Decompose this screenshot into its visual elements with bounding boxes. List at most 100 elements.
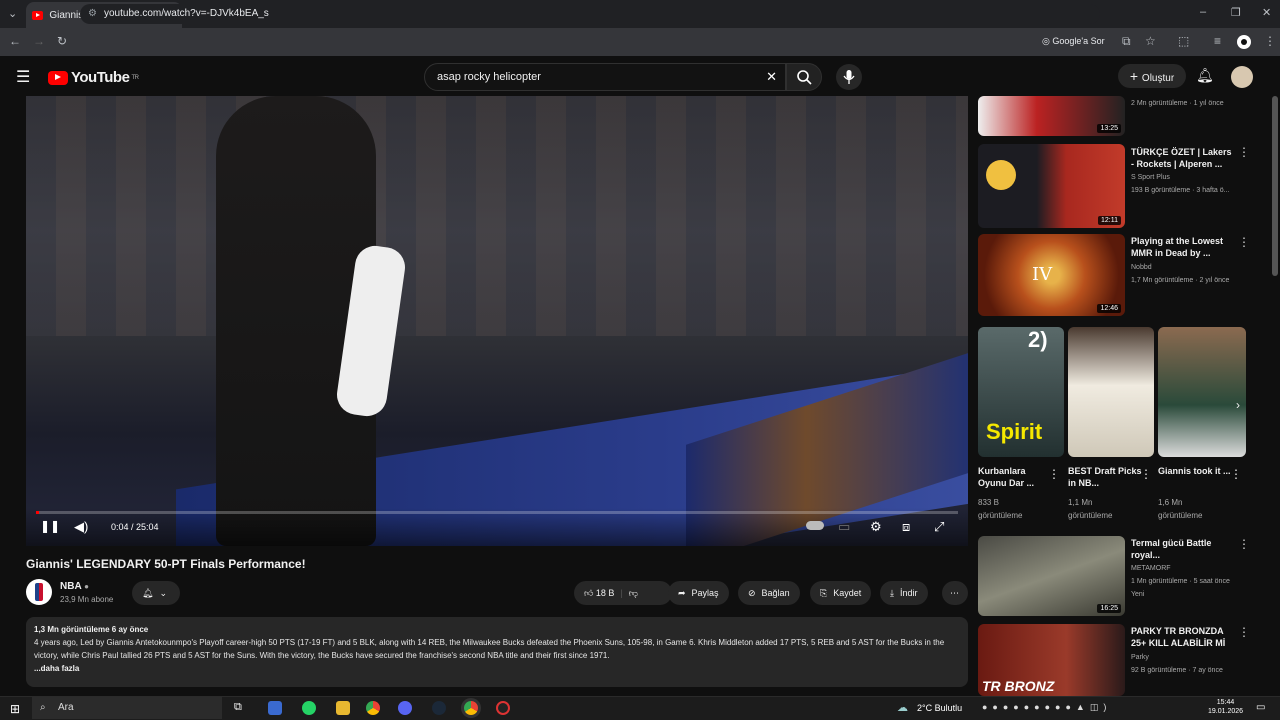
weather-text[interactable]: 2°C Bulutlu (917, 703, 962, 713)
subtitles-icon[interactable]: ▭ (838, 519, 850, 535)
show-more-link[interactable]: ...daha fazla (34, 662, 960, 675)
progress-bar[interactable] (36, 511, 958, 514)
short-title[interactable]: Giannis took it ... (1158, 465, 1232, 477)
autoplay-toggle[interactable] (806, 521, 824, 530)
notification-center-icon[interactable]: ▭ (1256, 702, 1265, 713)
related-meta: 1 Mn görüntüleme · 5 saat önce (1131, 578, 1230, 585)
short-title[interactable]: Kurbanlara Oyunu Dar ... (978, 465, 1052, 489)
thumbs-down-icon: 👎︎ (628, 588, 638, 598)
youtube-play-logo-icon (48, 70, 68, 85)
shorts-next-icon[interactable]: › (1236, 398, 1240, 412)
taskbar-search-input[interactable]: ⌕ Ara (32, 697, 222, 719)
short-title[interactable]: BEST Draft Picks in NB... (1068, 465, 1142, 489)
address-bar[interactable]: ⚙ youtube.com/watch?v=-DJVk4bEA_s (80, 4, 1100, 24)
google-ask-button[interactable]: ◎ Google'a Sor (1042, 36, 1105, 47)
browser-menu-icon[interactable]: ⋮ (1264, 34, 1276, 48)
volume-icon[interactable]: ◀) (74, 519, 88, 535)
description-box[interactable]: 1,3 Mn görüntüleme 6 ay önce 4 years ago… (26, 617, 968, 687)
dislike-button[interactable]: 👎︎ (629, 581, 638, 605)
channel-avatar[interactable] (26, 579, 52, 605)
related-channel[interactable]: S Sport Plus (1131, 172, 1239, 184)
tab-search-icon[interactable]: ⌄ (8, 7, 17, 20)
related-title[interactable]: Playing at the Lowest MMR in Dead by ... (1131, 235, 1236, 259)
related-thumbnail[interactable]: TR BRONZ (978, 624, 1125, 696)
related-channel[interactable]: Parky (1131, 652, 1239, 664)
settings-gear-icon[interactable]: ⚙ (870, 519, 882, 535)
related-thumbnail[interactable]: 16:25 (978, 536, 1125, 616)
task-view-icon[interactable]: ⧉ (234, 701, 248, 715)
like-button[interactable]: 👍︎ 18 B (584, 581, 614, 605)
site-info-icon[interactable]: ⚙ (88, 4, 97, 24)
taskbar-clock[interactable]: 15:44 19.01.2026 (1208, 698, 1243, 716)
create-button[interactable]: + Oluştur (1118, 64, 1186, 88)
roman-numeral-iv: IV (1032, 264, 1053, 285)
more-options-icon[interactable]: ⋮ (1048, 467, 1060, 481)
back-icon[interactable]: ← (9, 34, 21, 48)
obs-icon[interactable] (496, 701, 510, 715)
related-title[interactable]: TÜRKÇE ÖZET | Lakers - Rockets | Alperen… (1131, 146, 1236, 170)
install-icon[interactable]: ⧉ (1122, 34, 1131, 49)
clock-date: 19.01.2026 (1208, 708, 1244, 715)
more-actions-button[interactable]: ⋯ (942, 581, 968, 605)
short-thumbnail[interactable]: 2) Spirit (978, 327, 1064, 457)
more-options-icon[interactable]: ⋮ (1238, 235, 1250, 249)
more-options-icon[interactable]: ⋮ (1140, 467, 1152, 481)
short-thumbnail[interactable] (1158, 327, 1246, 457)
file-explorer-icon[interactable] (336, 701, 350, 715)
fullscreen-icon[interactable]: ⤢ (934, 519, 944, 535)
short-badge: 2) (1028, 327, 1048, 352)
share-button[interactable]: ➦ Paylaş (668, 581, 729, 605)
related-channel[interactable]: Nobbd (1131, 262, 1239, 274)
description-meta: 1,3 Mn görüntüleme 6 ay önce (34, 625, 149, 634)
account-avatar[interactable] (1231, 66, 1253, 88)
extensions-icon[interactable]: ⬚ (1178, 34, 1189, 48)
related-thumbnail[interactable]: 13:25 (978, 96, 1125, 136)
maximize-icon[interactable]: ❐ (1231, 6, 1241, 19)
more-options-icon[interactable]: ⋮ (1238, 145, 1250, 159)
minimize-icon[interactable]: – (1200, 6, 1206, 18)
related-title[interactable]: PARKY TR BRONZDA 25+ KILL ALABİLİR Mİ (1131, 625, 1236, 649)
reload-icon[interactable]: ↻ (57, 34, 67, 48)
profile-avatar[interactable] (1237, 35, 1251, 49)
more-options-icon[interactable]: ⋮ (1230, 467, 1242, 481)
chrome-icon[interactable] (366, 701, 380, 715)
search-icon: ⌕ (40, 702, 46, 713)
bookmark-star-icon[interactable]: ☆ (1145, 34, 1156, 48)
save-button[interactable]: ⎘ Kaydet (810, 581, 872, 605)
short-thumbnail[interactable] (1068, 327, 1154, 457)
thumbs-up-icon: 👍︎ (584, 588, 594, 598)
system-tray-icons[interactable]: ●●●●●●●●●▲◫) (982, 702, 1111, 713)
channel-name[interactable]: NBA ● (60, 581, 89, 592)
search-input[interactable]: asap rocky helicopter ✕ (424, 63, 786, 91)
chrome-active-icon[interactable] (464, 701, 478, 715)
youtube-logo[interactable]: YouTube TR (48, 69, 139, 86)
file-app-icon[interactable] (268, 701, 282, 715)
media-control-icon[interactable]: ≡ (1214, 34, 1221, 48)
notifications-bell-icon[interactable]: 🔔︎ (1196, 67, 1214, 84)
video-player[interactable] (26, 96, 968, 546)
more-options-icon[interactable]: ⋮ (1238, 625, 1250, 639)
connect-button[interactable]: ⊘ Bağlan (738, 581, 800, 605)
window-close-icon[interactable]: ✕ (1262, 6, 1271, 19)
whatsapp-icon[interactable] (302, 701, 316, 715)
steam-icon[interactable] (432, 701, 446, 715)
page-scrollbar[interactable] (1272, 96, 1278, 276)
subscribed-notify-button[interactable]: 🔔︎ ⌄ (132, 581, 180, 605)
related-title[interactable]: Termal gücü Battle royal... (1131, 537, 1236, 561)
discord-icon[interactable] (398, 701, 412, 715)
related-thumbnail[interactable]: 12:11 (978, 144, 1125, 228)
related-channel[interactable]: METAMORF (1131, 563, 1239, 575)
search-button[interactable] (786, 63, 822, 91)
hamburger-menu-icon[interactable]: ☰ (16, 67, 30, 87)
pause-icon[interactable]: ❚❚ (40, 519, 60, 533)
download-button[interactable]: ⤓ İndir (880, 581, 928, 605)
chevron-down-icon: ⌄ (159, 588, 167, 598)
voice-search-button[interactable] (836, 64, 862, 90)
windows-start-icon[interactable]: ⊞ (10, 702, 20, 716)
related-thumbnail[interactable]: IV 12:46 (978, 234, 1125, 316)
more-options-icon[interactable]: ⋮ (1238, 537, 1250, 551)
share-icon: ➦ (678, 588, 686, 598)
forward-icon[interactable]: → (33, 34, 45, 48)
miniplayer-icon[interactable]: ⧈ (902, 519, 910, 535)
clear-search-icon[interactable]: ✕ (766, 64, 777, 90)
